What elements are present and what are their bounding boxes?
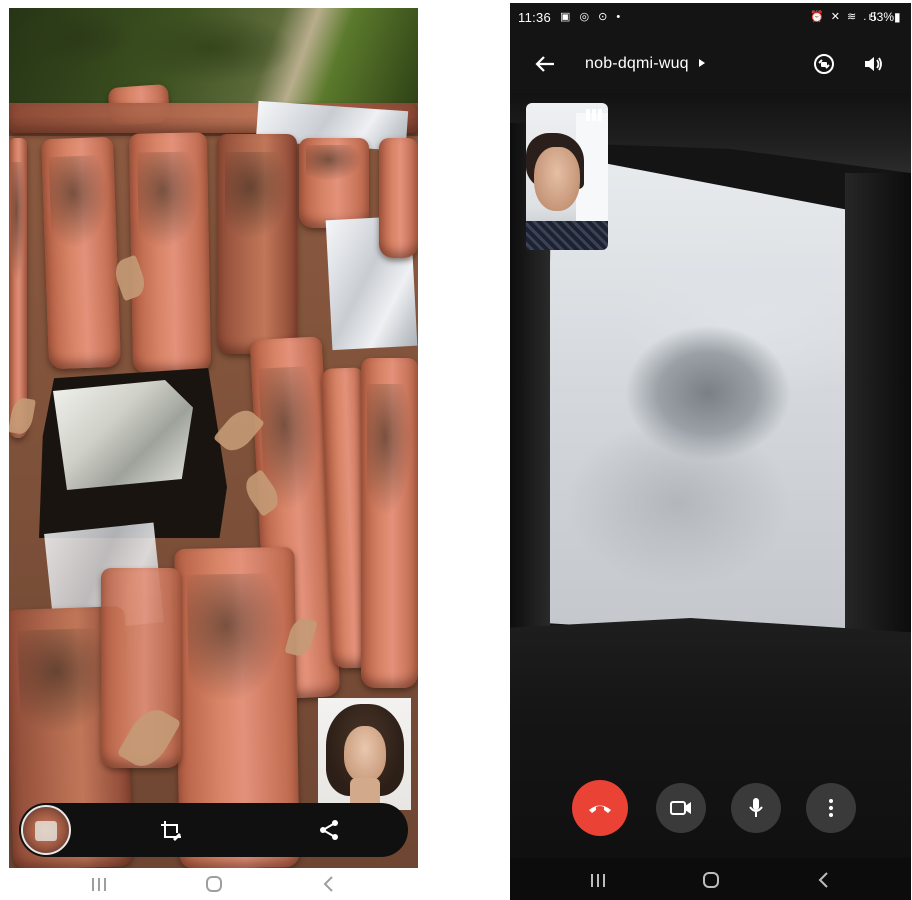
self-view-tile[interactable] [526, 103, 608, 250]
self-view-thumbnail[interactable] [318, 698, 411, 810]
left-phone-screen [9, 8, 418, 900]
camera-preview-roof [9, 8, 418, 868]
screenshot-stage: 11:36 ▣ ◎ ⊙ • ⏰ ✕ ≋ .ıl 53%▮ nob-dqmi-wu… [0, 0, 912, 900]
video-camera-icon [670, 801, 691, 815]
camera-switch-icon[interactable] [812, 52, 836, 76]
foil-sheet [53, 380, 193, 490]
more-vertical-icon [829, 799, 833, 817]
speaker-icon[interactable] [862, 53, 884, 75]
share-icon[interactable] [316, 817, 342, 843]
back-icon[interactable] [804, 868, 844, 892]
right-phone-screen: 11:36 ▣ ◎ ⊙ • ⏰ ✕ ≋ .ıl 53%▮ nob-dqmi-wu… [510, 3, 911, 900]
audio-level-icon [586, 109, 602, 121]
battery-level: 53%▮ [870, 10, 901, 24]
status-time: 11:36 [518, 10, 552, 25]
call-header: nob-dqmi-wuq [510, 47, 911, 83]
photo-thumbnail[interactable] [21, 805, 71, 855]
status-bar: 11:36 ▣ ◎ ⊙ • ⏰ ✕ ≋ .ıl 53%▮ [510, 3, 911, 31]
microphone-icon [749, 798, 763, 817]
left-navigation-bar [9, 868, 418, 900]
recent-apps-icon[interactable] [79, 872, 119, 896]
back-icon[interactable] [309, 872, 349, 896]
phone-hangup-icon [589, 805, 611, 813]
foliage-background [9, 8, 418, 103]
meeting-code[interactable]: nob-dqmi-wuq [585, 55, 689, 73]
crop-rotate-icon[interactable] [158, 818, 184, 844]
camera-toolbar [19, 803, 408, 857]
call-controls [510, 780, 911, 839]
signal-icons: ⏰ ✕ ≋ .ıl [810, 11, 878, 23]
camera-toggle-button[interactable] [656, 783, 706, 833]
more-options-button[interactable] [806, 783, 856, 833]
home-icon[interactable] [194, 872, 234, 896]
recent-apps-icon[interactable] [578, 868, 618, 892]
meeting-info-arrow-icon[interactable] [699, 59, 705, 67]
end-call-button[interactable] [572, 780, 628, 836]
home-icon[interactable] [691, 868, 731, 892]
right-navigation-bar [510, 858, 911, 900]
arrow-left-icon[interactable] [534, 53, 556, 75]
microphone-toggle-button[interactable] [731, 783, 781, 833]
notification-icons: ▣ ◎ ⊙ • [560, 11, 624, 23]
